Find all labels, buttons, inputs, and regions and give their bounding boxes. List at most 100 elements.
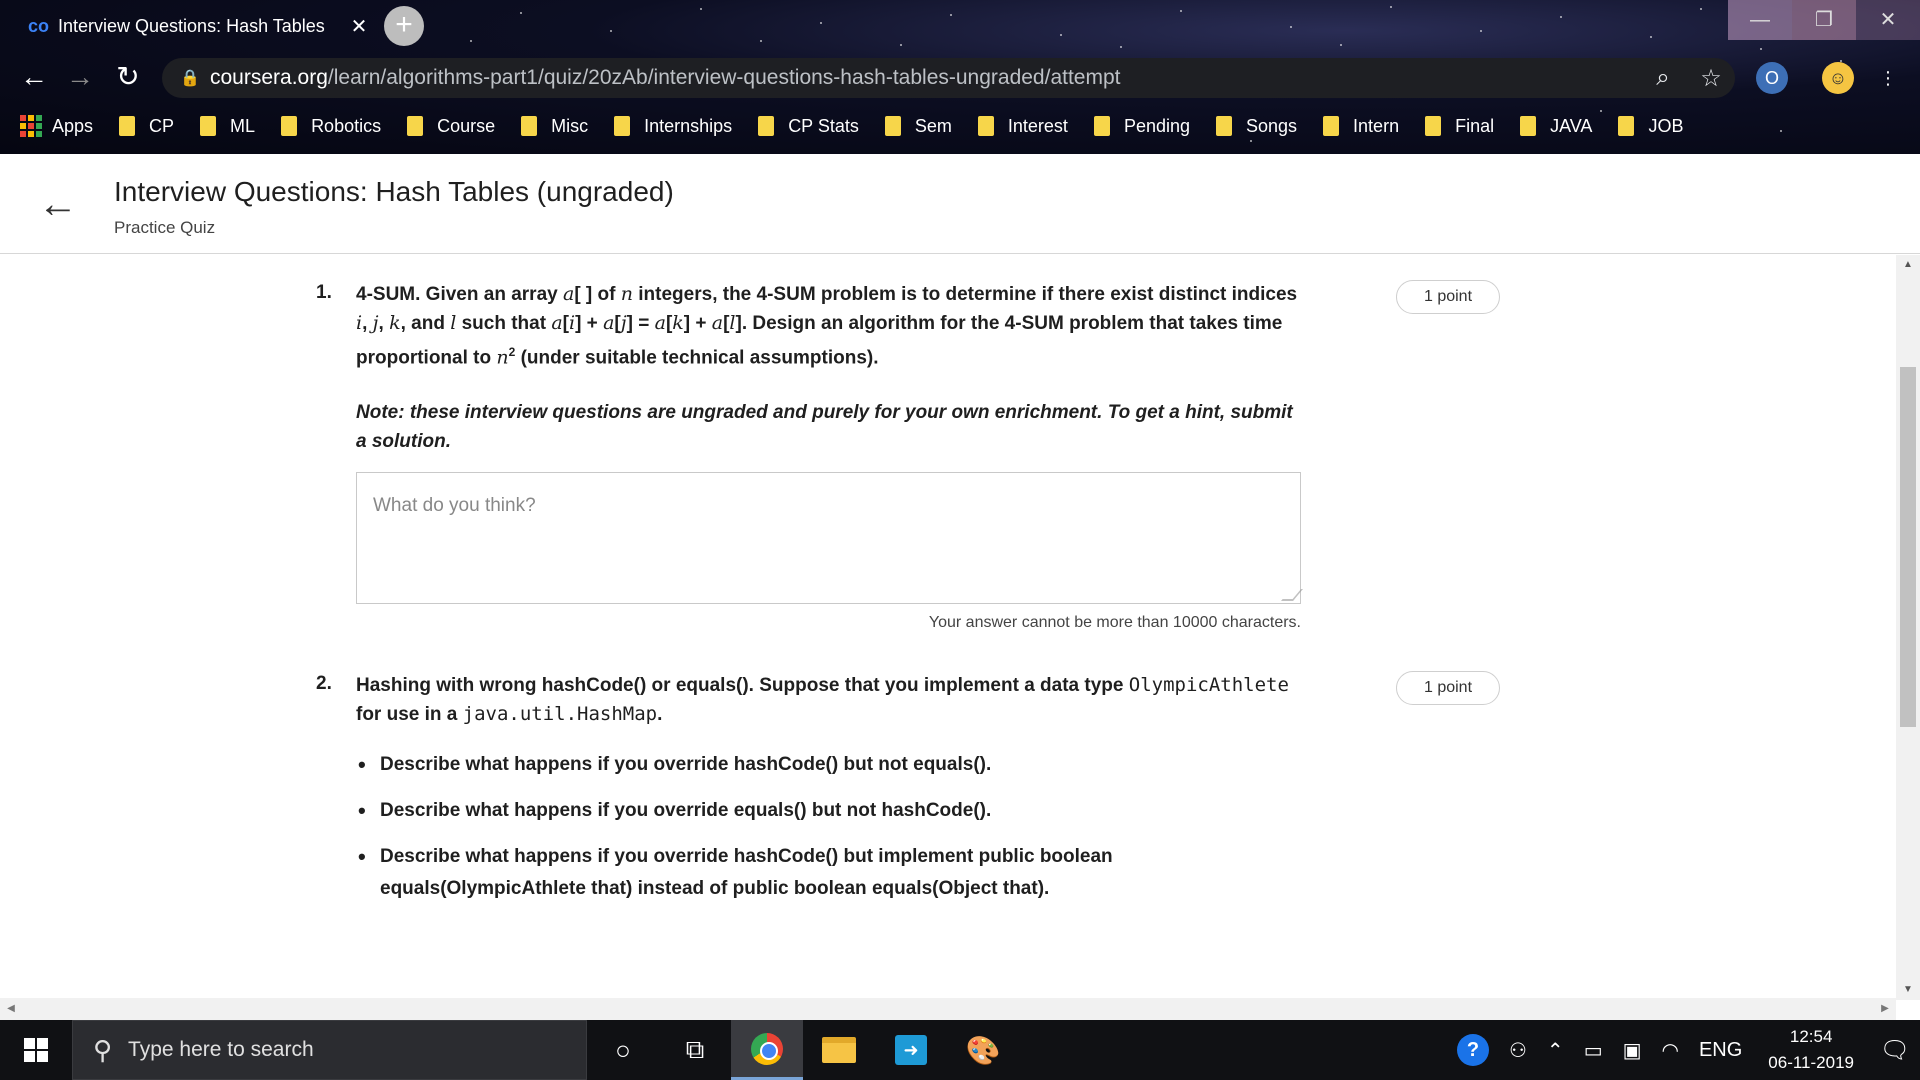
- task-view-icon[interactable]: ⧉: [659, 1020, 731, 1080]
- bookmark-label: Pending: [1123, 115, 1190, 136]
- device-icon[interactable]: ▣: [1613, 1038, 1652, 1063]
- chrome-icon: [751, 1032, 783, 1065]
- minimize-button[interactable]: —: [1728, 0, 1792, 40]
- menu-kebab-icon[interactable]: ⋮: [1872, 62, 1904, 94]
- bookmark-label: Sem: [914, 115, 952, 136]
- folder-icon: [1093, 116, 1110, 136]
- windows-logo-icon: [24, 1038, 48, 1062]
- bookmark-folder[interactable]: Course: [407, 116, 495, 137]
- scroll-up-arrow-icon[interactable]: ▲: [1896, 255, 1920, 275]
- vertical-scrollbar[interactable]: ▲ ▼: [1896, 255, 1920, 1000]
- taskbar-chrome[interactable]: [731, 1020, 803, 1080]
- bookmark-folder[interactable]: CP: [119, 116, 174, 137]
- folder-icon: [1618, 116, 1635, 136]
- scroll-left-arrow-icon[interactable]: ◀: [0, 998, 22, 1020]
- browser-chrome: co Interview Questions: Hash Tables ✕ + …: [0, 0, 1920, 154]
- answer-textarea[interactable]: What do you think?: [356, 472, 1304, 604]
- list-item: Describe what happens if you override eq…: [356, 795, 1306, 827]
- folder-icon: [977, 116, 994, 136]
- taskbar-file-explorer[interactable]: [803, 1020, 875, 1080]
- zoom-icon[interactable]: ⌕: [1639, 64, 1687, 92]
- bookmarks-bar: Apps CP ML Robotics Course Misc Internsh…: [0, 106, 1920, 146]
- taskbar-search[interactable]: ⚲ Type here to search: [72, 1020, 587, 1080]
- tab-title: Interview Questions: Hash Tables: [58, 15, 325, 36]
- question-note: Note: these interview questions are ungr…: [356, 402, 1293, 453]
- bookmark-folder[interactable]: Intern: [1323, 116, 1399, 137]
- question-title: Hashing with wrong hashCode() or equals(…: [356, 675, 754, 696]
- close-tab-icon[interactable]: ✕: [345, 14, 373, 39]
- url-host: coursera.org: [210, 66, 328, 89]
- profile-avatar[interactable]: ☺: [1822, 62, 1854, 94]
- bookmark-folder[interactable]: Internships: [614, 116, 732, 137]
- maximize-button[interactable]: ❐: [1792, 0, 1856, 40]
- folder-icon: [119, 116, 136, 136]
- show-hidden-icons-icon[interactable]: ⌃: [1537, 1038, 1574, 1063]
- bookmark-folder[interactable]: Final: [1425, 116, 1494, 137]
- bookmark-folder[interactable]: Robotics: [281, 116, 381, 137]
- start-button[interactable]: [0, 1020, 72, 1080]
- back-nav-icon[interactable]: ←: [14, 58, 54, 98]
- bookmark-folder[interactable]: Pending: [1093, 115, 1190, 137]
- bullet-text: Describe what happens if you override ha…: [380, 846, 1113, 899]
- back-arrow-icon[interactable]: ←: [38, 184, 78, 226]
- question-number: 1.: [316, 282, 332, 303]
- bullet-text: Describe what happens if you override eq…: [380, 800, 992, 821]
- battery-icon[interactable]: ▭: [1574, 1038, 1613, 1063]
- bookmark-folder[interactable]: Misc: [521, 116, 588, 137]
- folder-icon: [1520, 116, 1537, 136]
- search-icon: ⚲: [93, 1034, 113, 1065]
- bookmark-folder[interactable]: Sem: [884, 115, 952, 137]
- taskbar-app[interactable]: ➜: [875, 1020, 947, 1080]
- bookmark-folder[interactable]: CP Stats: [758, 116, 859, 137]
- lock-icon: 🔒: [180, 70, 200, 87]
- page-title: Interview Questions: Hash Tables (ungrad…: [114, 176, 674, 207]
- close-window-button[interactable]: ✕: [1856, 0, 1920, 40]
- bookmark-label: Final: [1455, 115, 1495, 136]
- clock-date: 06-11-2019: [1768, 1053, 1854, 1072]
- language-indicator[interactable]: ENG: [1689, 1039, 1752, 1062]
- answer-placeholder: What do you think?: [373, 495, 536, 516]
- taskbar-paint[interactable]: 🎨: [947, 1020, 1019, 1080]
- bookmark-label: Songs: [1246, 115, 1298, 136]
- system-tray: ? ⚇ ⌃ ▭ ▣ ◠ ENG 12:54 06-11-2019 🗨: [1447, 1020, 1920, 1080]
- folder-icon: [1216, 116, 1232, 136]
- address-bar[interactable]: 🔒 coursera.org/learn/algorithms-part1/qu…: [162, 58, 1735, 98]
- tab-bar: co Interview Questions: Hash Tables ✕ + …: [0, 0, 1920, 50]
- apps-grid-icon: [20, 115, 42, 137]
- forward-nav-icon[interactable]: →: [60, 58, 100, 98]
- app-arrow-icon: ➜: [895, 1035, 927, 1065]
- scroll-down-arrow-icon[interactable]: ▼: [1896, 980, 1920, 1000]
- bookmark-folder[interactable]: JOB: [1618, 116, 1683, 137]
- reload-icon[interactable]: ↻: [108, 58, 148, 98]
- folder-icon: [614, 116, 631, 136]
- bookmark-folder[interactable]: Songs: [1216, 116, 1297, 137]
- quiz-header: ← Interview Questions: Hash Tables (ungr…: [0, 154, 1920, 254]
- folder-icon: [407, 116, 424, 136]
- help-tray[interactable]: ?: [1447, 1034, 1499, 1066]
- scroll-right-arrow-icon[interactable]: ▶: [1874, 998, 1896, 1020]
- bookmark-label: Course: [437, 115, 496, 136]
- bookmark-folder[interactable]: Interest: [977, 116, 1068, 137]
- cortana-icon[interactable]: ○: [587, 1020, 659, 1080]
- bookmark-label: JAVA: [1550, 115, 1593, 136]
- list-item: Describe what happens if you override ha…: [356, 749, 1306, 781]
- browser-tab[interactable]: co Interview Questions: Hash Tables ✕: [18, 6, 373, 46]
- bookmark-label: Internships: [644, 115, 733, 136]
- new-tab-button[interactable]: +: [384, 6, 424, 46]
- notification-center-icon[interactable]: 🗨: [1870, 1020, 1920, 1080]
- scrollbar-thumb[interactable]: [1900, 367, 1916, 727]
- bookmark-label: Intern: [1353, 115, 1400, 136]
- people-icon[interactable]: ⚇: [1499, 1038, 1537, 1063]
- resize-handle-icon[interactable]: [1280, 589, 1304, 601]
- clock-time: 12:54: [1789, 1027, 1833, 1046]
- folder-icon: [758, 116, 775, 136]
- extension-icon[interactable]: O: [1756, 62, 1788, 94]
- clock[interactable]: 12:54 06-11-2019: [1752, 1024, 1870, 1076]
- horizontal-scrollbar[interactable]: ◀ ▶: [0, 998, 1896, 1020]
- bookmark-folder[interactable]: JAVA: [1520, 116, 1592, 137]
- bookmark-label: Misc: [551, 115, 589, 136]
- bookmark-apps[interactable]: Apps: [20, 115, 93, 137]
- wifi-icon[interactable]: ◠: [1652, 1038, 1689, 1063]
- bookmark-folder[interactable]: ML: [200, 116, 255, 137]
- bookmark-star-icon[interactable]: ☆: [1687, 64, 1735, 93]
